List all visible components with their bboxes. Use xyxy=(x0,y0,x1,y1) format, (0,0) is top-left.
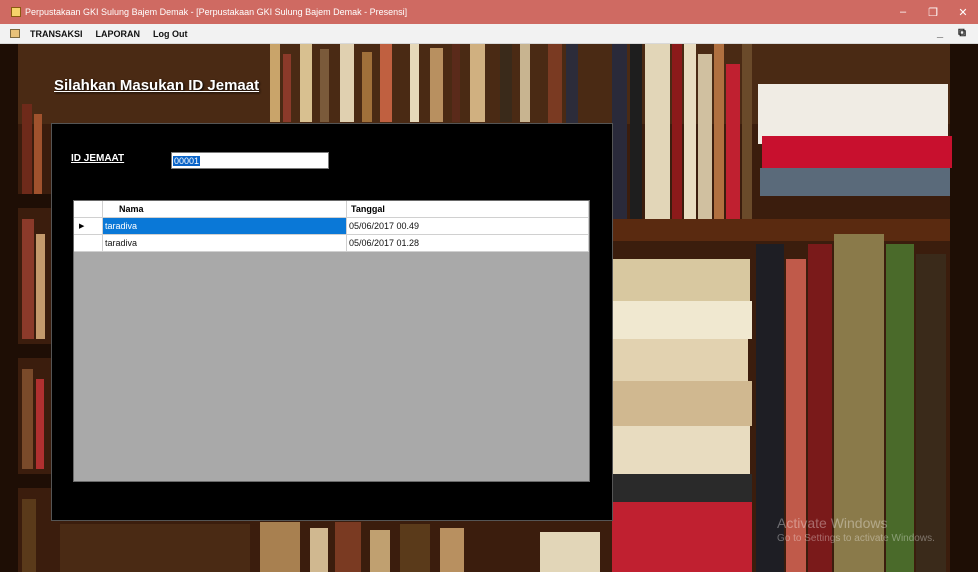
table-row[interactable]: ▶ taradiva 05/06/2017 00.49 xyxy=(74,218,589,235)
app-icon xyxy=(11,7,21,17)
cell-nama[interactable]: taradiva xyxy=(103,218,347,235)
cell-tanggal[interactable]: 05/06/2017 01.28 xyxy=(347,235,589,252)
table-row[interactable]: taradiva 05/06/2017 01.28 xyxy=(74,235,589,252)
close-button[interactable]: ✕ xyxy=(948,6,978,19)
id-jemaat-label: ID JEMAAT xyxy=(71,153,125,164)
mdi-window-controls[interactable]: _ ⧉ xyxy=(937,27,972,40)
presensi-panel: ID JEMAAT 00001 Nama Tanggal ▶ taradiva … xyxy=(51,123,613,521)
activate-windows-watermark: Activate Windows Go to Settings to activ… xyxy=(777,515,935,545)
menu-logout[interactable]: Log Out xyxy=(153,29,188,39)
window-title: Perpustakaan GKI Sulung Bajem Demak - [P… xyxy=(25,7,408,17)
row-selector[interactable]: ▶ xyxy=(74,218,103,235)
menu-bar: TRANSAKSI LAPORAN Log Out _ ⧉ xyxy=(0,24,978,44)
main-content: Silahkan Masukan ID Jemaat ID JEMAAT 000… xyxy=(0,44,978,572)
watermark-line-2: Go to Settings to activate Windows. xyxy=(777,532,935,544)
minimize-button[interactable]: – xyxy=(888,6,918,18)
mdi-child-icon[interactable] xyxy=(10,29,20,38)
watermark-line-1: Activate Windows xyxy=(777,515,888,531)
page-heading: Silahkan Masukan ID Jemaat xyxy=(54,77,260,94)
grid-header: Nama Tanggal xyxy=(74,201,589,218)
maximize-button[interactable]: ❐ xyxy=(918,6,948,19)
title-bar: Perpustakaan GKI Sulung Bajem Demak - [P… xyxy=(0,0,978,24)
id-jemaat-value: 00001 xyxy=(173,155,201,166)
column-header-tanggal[interactable]: Tanggal xyxy=(347,201,589,218)
row-selector[interactable] xyxy=(74,235,103,252)
cell-nama[interactable]: taradiva xyxy=(103,235,347,252)
column-header-nama[interactable]: Nama xyxy=(103,201,347,218)
row-header-corner xyxy=(74,201,103,218)
menu-laporan[interactable]: LAPORAN xyxy=(96,29,141,39)
current-row-arrow-icon: ▶ xyxy=(79,223,85,230)
presensi-grid[interactable]: Nama Tanggal ▶ taradiva 05/06/2017 00.49… xyxy=(73,200,590,482)
menu-transaksi[interactable]: TRANSAKSI xyxy=(30,29,83,39)
id-jemaat-input[interactable]: 00001 xyxy=(171,152,329,169)
cell-tanggal[interactable]: 05/06/2017 00.49 xyxy=(347,218,589,235)
